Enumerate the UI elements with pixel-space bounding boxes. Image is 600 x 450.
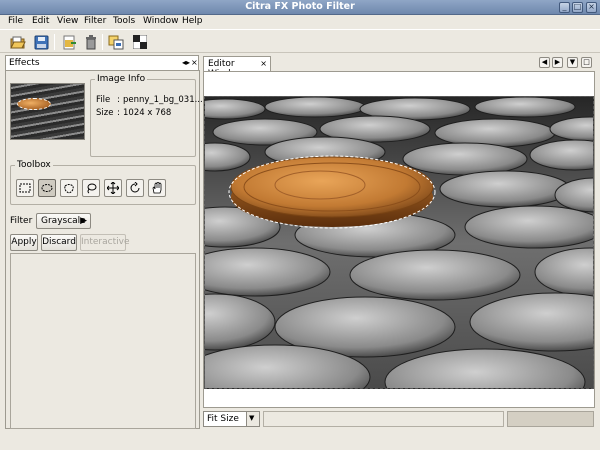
menu-help[interactable]: Help bbox=[182, 16, 203, 26]
interactive-label: Interactive bbox=[81, 237, 130, 247]
hand-icon[interactable] bbox=[148, 179, 166, 197]
effects-list[interactable] bbox=[10, 253, 196, 429]
interactive-button[interactable]: Interactive bbox=[80, 234, 130, 251]
rect-select-icon[interactable] bbox=[16, 179, 34, 197]
image-info-group: Image Info File : penny_1_bg_031... Size… bbox=[90, 74, 203, 157]
triangle-right-icon: ▶ bbox=[80, 216, 87, 226]
tab-editor-window[interactable]: Editor Window × bbox=[203, 56, 271, 79]
editor-window bbox=[203, 71, 595, 408]
thumbnail-coin bbox=[17, 98, 51, 110]
copy-icon[interactable] bbox=[107, 33, 125, 51]
next-tab-icon[interactable]: ▶ bbox=[552, 57, 563, 68]
detach-icon[interactable]: ◂▸ bbox=[182, 58, 190, 67]
move-icon[interactable] bbox=[104, 179, 122, 197]
tab-float-icon[interactable]: □ bbox=[581, 57, 592, 68]
filter-value: Grayscale bbox=[41, 216, 86, 226]
delete-icon[interactable] bbox=[82, 33, 100, 51]
chevron-down-icon: ▼ bbox=[246, 412, 259, 426]
effects-panel: Effects ◂▸ × Image Info File : penny_1_b… bbox=[5, 55, 203, 429]
filter-label: Filter bbox=[10, 216, 33, 226]
prev-tab-icon[interactable]: ◀ bbox=[539, 57, 550, 68]
discard-button[interactable]: Discard bbox=[41, 234, 77, 251]
editor-tab-close-icon[interactable]: × bbox=[260, 59, 267, 68]
discard-label: Discard bbox=[42, 237, 76, 247]
image-canvas[interactable] bbox=[204, 96, 594, 389]
menu-file[interactable]: File bbox=[8, 16, 23, 26]
menu-edit[interactable]: Edit bbox=[32, 16, 49, 26]
open-icon[interactable] bbox=[9, 33, 27, 51]
main-toolbar bbox=[0, 29, 600, 53]
checker-icon[interactable] bbox=[131, 33, 149, 51]
file-colon: : bbox=[117, 95, 120, 105]
tab-effects[interactable]: Effects ◂▸ × bbox=[5, 55, 199, 70]
tab-menu-icon[interactable]: ▼ bbox=[567, 57, 578, 68]
coin-photo bbox=[205, 97, 593, 388]
filter-select[interactable]: Grayscale ▶ bbox=[36, 213, 91, 229]
minimize-icon[interactable]: _ bbox=[559, 2, 570, 13]
image-info-legend: Image Info bbox=[95, 74, 148, 84]
effects-body: Image Info File : penny_1_bg_031... Size… bbox=[5, 70, 203, 429]
rotate-icon[interactable] bbox=[126, 179, 144, 197]
save-icon[interactable] bbox=[32, 33, 50, 51]
menu-filter[interactable]: Filter bbox=[84, 16, 106, 26]
zoom-value: Fit Size bbox=[207, 414, 239, 424]
zoom-select[interactable]: Fit Size ▼ bbox=[203, 411, 260, 427]
menu-view[interactable]: View bbox=[57, 16, 78, 26]
close-icon[interactable]: × bbox=[586, 2, 597, 13]
file-value: penny_1_bg_031... bbox=[123, 95, 203, 105]
ellipse-select-icon[interactable] bbox=[38, 179, 56, 197]
lasso-icon[interactable] bbox=[82, 179, 100, 197]
maximize-icon[interactable]: □ bbox=[572, 2, 583, 13]
editor-tabbar: Editor Window × ◀ ▶ ▼ □ bbox=[203, 55, 598, 79]
apply-button[interactable]: Apply bbox=[10, 234, 38, 251]
effects-tab-label: Effects bbox=[9, 58, 40, 68]
menu-tools[interactable]: Tools bbox=[113, 16, 135, 26]
image-thumbnail bbox=[10, 83, 85, 140]
menu-window[interactable]: Window bbox=[143, 16, 179, 26]
size-label: Size bbox=[96, 108, 114, 118]
progress-bar bbox=[507, 411, 594, 427]
status-bar: Fit Size ▼ bbox=[203, 411, 598, 427]
file-label: File bbox=[96, 95, 111, 105]
title-bar: Citra FX Photo Filter _ □ × bbox=[0, 0, 600, 15]
freeform-select-icon[interactable] bbox=[60, 179, 78, 197]
size-colon: : bbox=[117, 108, 120, 118]
size-value: 1024 x 768 bbox=[123, 108, 172, 118]
toolbox-group: Toolbox bbox=[10, 160, 196, 205]
apply-label: Apply bbox=[11, 237, 37, 247]
export-icon[interactable] bbox=[60, 33, 78, 51]
status-message bbox=[263, 411, 504, 427]
toolbox-legend: Toolbox bbox=[15, 160, 53, 170]
menu-bar: File Edit View Filter Tools Window Help bbox=[0, 15, 600, 28]
window-title: Citra FX Photo Filter bbox=[245, 1, 355, 12]
dock-close-icon[interactable]: × bbox=[191, 58, 198, 67]
